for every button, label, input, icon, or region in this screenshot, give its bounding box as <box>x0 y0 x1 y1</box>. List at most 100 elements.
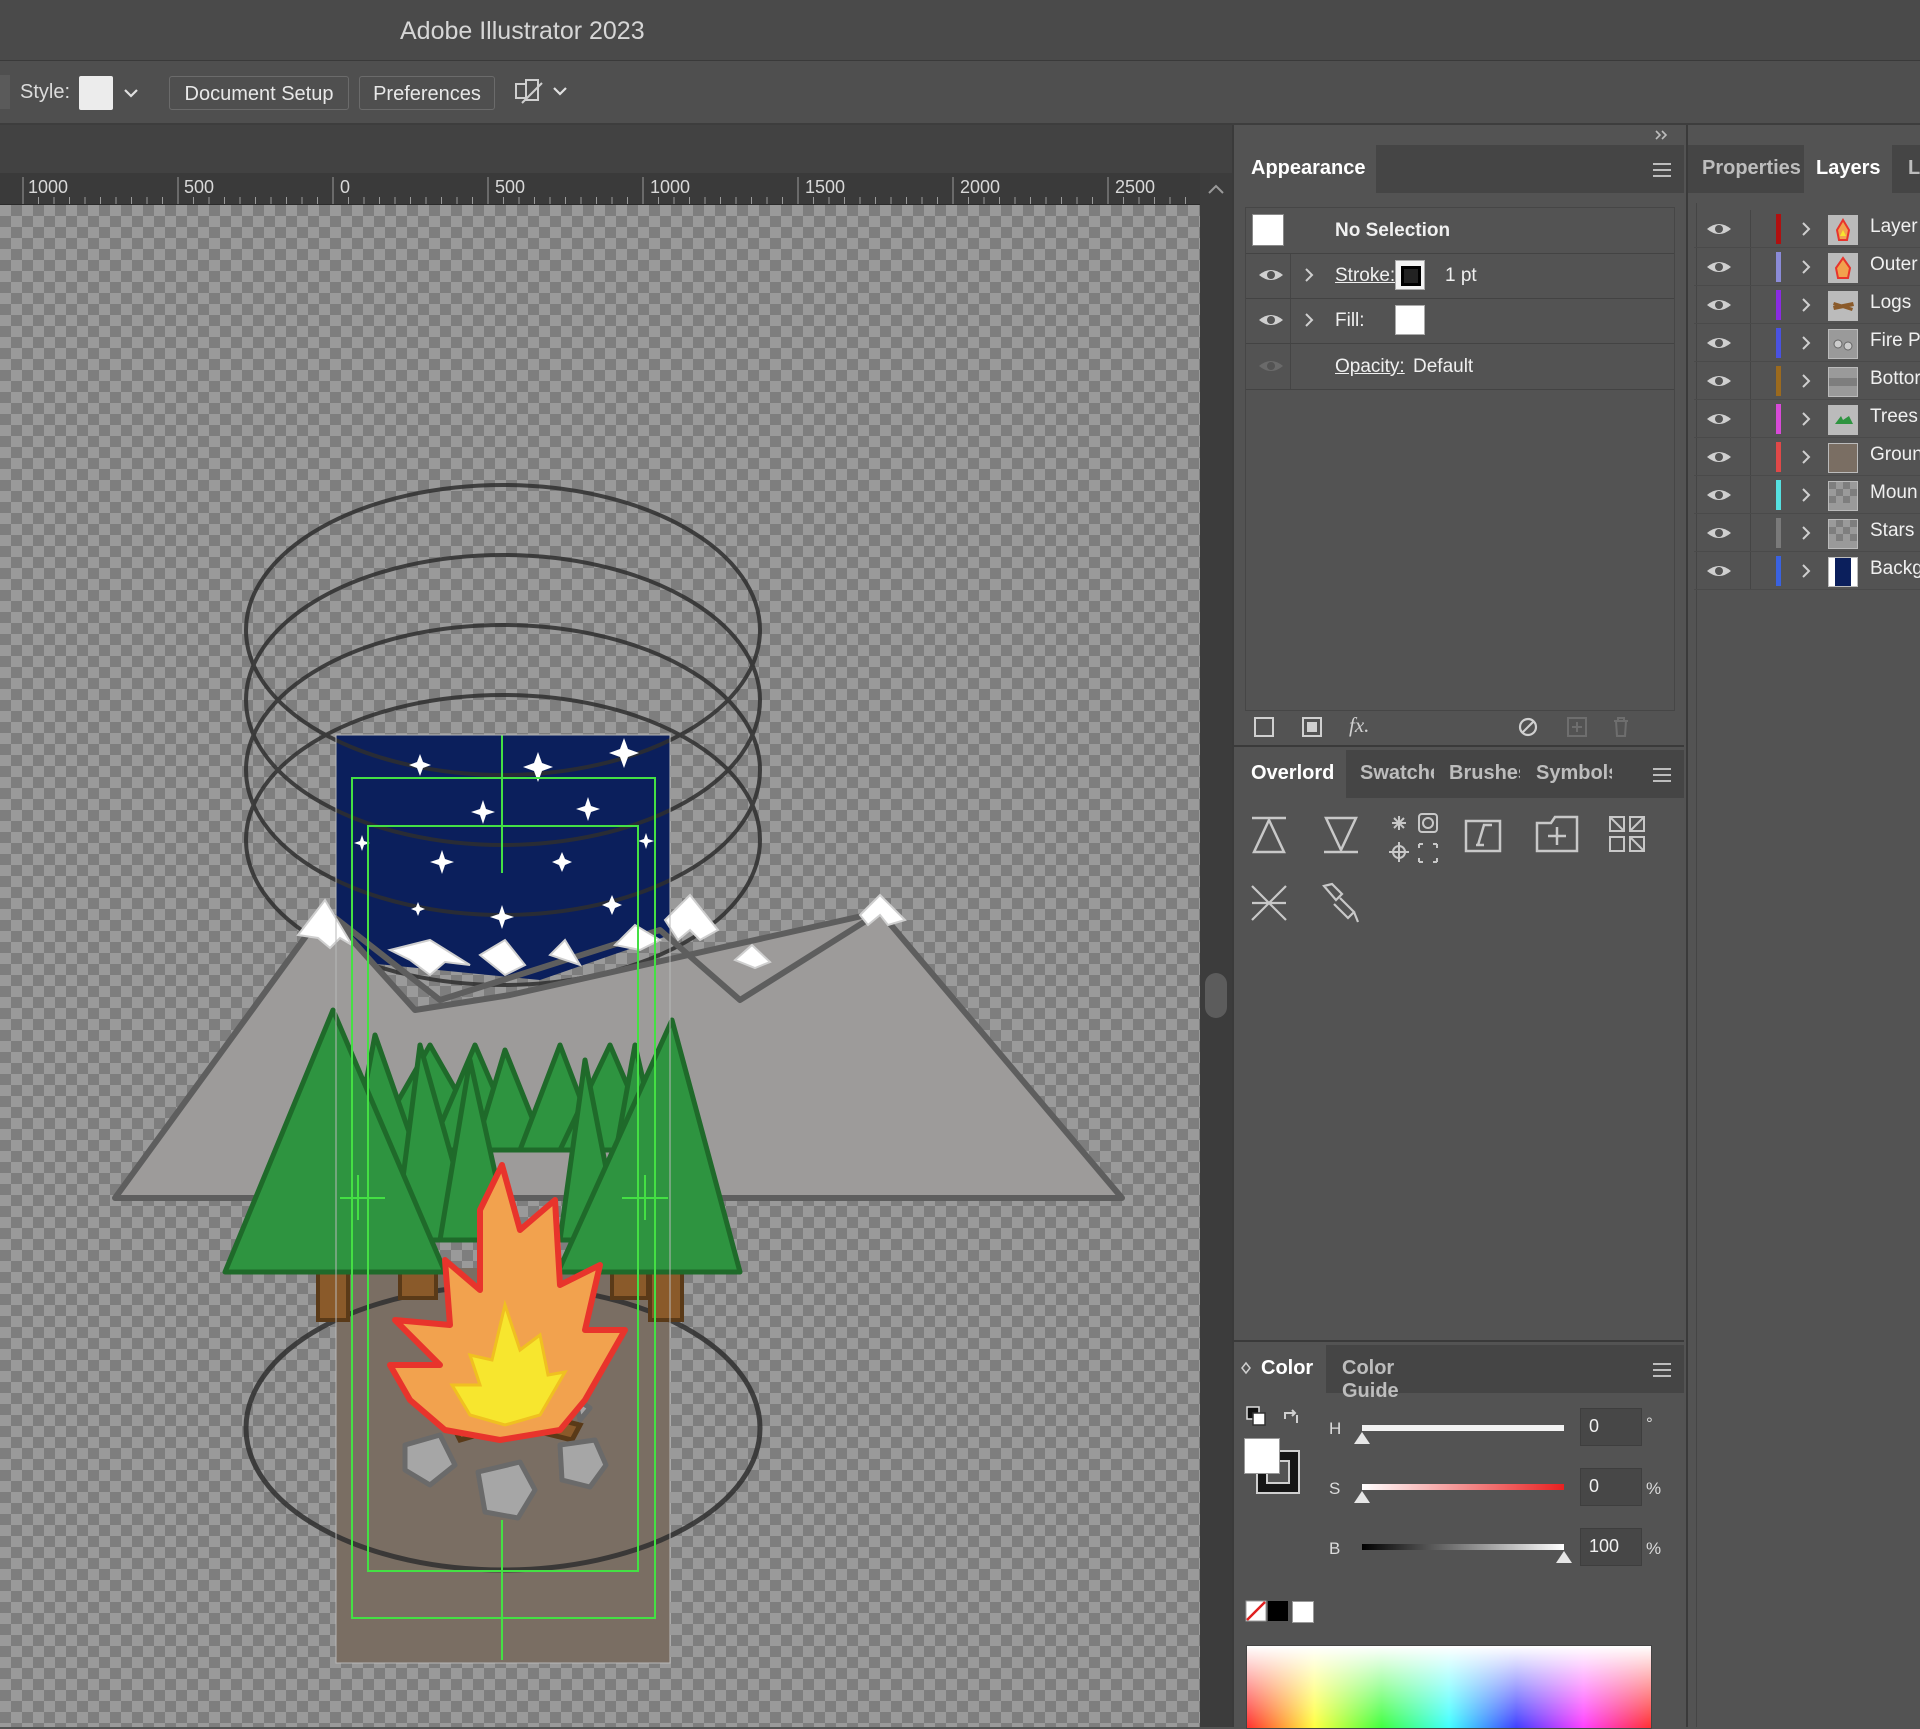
add-new-stroke-icon[interactable] <box>1254 717 1274 737</box>
chevron-right-icon[interactable] <box>1798 408 1814 430</box>
eye-icon[interactable] <box>1256 263 1286 287</box>
layer-name: Logs <box>1870 292 1912 313</box>
color-menu-icon[interactable] <box>1653 1363 1671 1377</box>
layer-row[interactable]: Layer <box>1694 210 1920 248</box>
tab-properties[interactable]: Properties <box>1688 145 1804 193</box>
tools-menu-icon[interactable] <box>1653 768 1671 782</box>
chevron-right-icon[interactable] <box>1798 370 1814 392</box>
hue-slider-track[interactable] <box>1362 1425 1564 1431</box>
push-up-icon[interactable] <box>1246 812 1292 858</box>
eye-icon[interactable] <box>1704 294 1734 316</box>
eye-icon[interactable] <box>1256 308 1286 332</box>
sparkle-target-icon[interactable] <box>1385 810 1441 866</box>
tab-layers[interactable]: Layers <box>1804 145 1892 193</box>
arrange-documents-button[interactable] <box>512 75 570 111</box>
layer-row[interactable]: Backg <box>1694 552 1920 590</box>
collapse-panels-icon[interactable] <box>1650 126 1674 144</box>
eye-icon[interactable] <box>1704 408 1734 430</box>
layer-row[interactable]: Outer <box>1694 248 1920 286</box>
tab-brushes[interactable]: Brushes <box>1434 750 1520 798</box>
ruler-label: 500 <box>184 177 215 197</box>
scroll-thumb[interactable] <box>1205 973 1227 1018</box>
tab-layers-label: Layers <box>1816 157 1881 179</box>
brightness-slider-thumb[interactable] <box>1556 1551 1572 1563</box>
brightness-slider-track[interactable] <box>1362 1544 1564 1550</box>
eye-icon[interactable] <box>1704 560 1734 582</box>
saturation-slider-track[interactable] <box>1362 1484 1564 1490</box>
appearance-menu-icon[interactable] <box>1653 163 1671 177</box>
saturation-slider-thumb[interactable] <box>1354 1491 1370 1503</box>
text-frame-icon[interactable] <box>1462 813 1508 859</box>
layer-thumbnail <box>1828 367 1858 397</box>
none-color-swatch[interactable] <box>1245 1600 1267 1622</box>
push-down-icon[interactable] <box>1318 812 1364 858</box>
tab-swatches[interactable]: Swatche <box>1346 750 1434 798</box>
pen-path-icon[interactable] <box>1318 880 1364 926</box>
scroll-up-icon[interactable] <box>1200 173 1232 203</box>
add-artboard-icon[interactable] <box>1533 813 1583 859</box>
chevron-right-icon[interactable] <box>1798 522 1814 544</box>
chevron-right-icon[interactable] <box>1301 309 1317 331</box>
stroke-swatch[interactable] <box>1395 260 1425 290</box>
eye-icon[interactable] <box>1704 522 1734 544</box>
opacity-label[interactable]: Opacity: <box>1335 356 1405 378</box>
saturation-value: 0 <box>1589 1476 1600 1496</box>
chevron-right-icon[interactable] <box>1798 294 1814 316</box>
chevron-right-icon[interactable] <box>1798 332 1814 354</box>
stroke-weight[interactable]: 1 pt <box>1445 265 1477 287</box>
brightness-input[interactable]: 100 <box>1580 1528 1642 1566</box>
vertical-scrollbar[interactable] <box>1200 173 1232 1727</box>
swap-colors-icon[interactable] <box>1279 1405 1303 1429</box>
style-dropdown[interactable] <box>116 76 146 110</box>
artboard-canvas[interactable] <box>0 205 1200 1727</box>
tab-overlord[interactable]: Overlord <box>1234 750 1346 798</box>
layer-row[interactable]: Stars <box>1694 514 1920 552</box>
opacity-value[interactable]: Default <box>1413 356 1473 378</box>
fill-swatch[interactable] <box>1395 305 1425 335</box>
hue-input[interactable]: 0 <box>1580 1408 1642 1446</box>
chevron-right-icon[interactable] <box>1301 264 1317 286</box>
layer-row[interactable]: Bottor <box>1694 362 1920 400</box>
clear-appearance-icon[interactable] <box>1516 715 1540 739</box>
white-swatch[interactable] <box>1292 1601 1314 1623</box>
chevron-right-icon[interactable] <box>1798 446 1814 468</box>
tab-color[interactable]: Color <box>1234 1345 1326 1393</box>
document-setup-button[interactable]: Document Setup <box>169 76 349 110</box>
hue-slider-thumb[interactable] <box>1354 1432 1370 1444</box>
tab-appearance[interactable]: Appearance <box>1234 145 1376 193</box>
cross-lines-icon[interactable] <box>1246 880 1292 926</box>
panel-options-icon[interactable] <box>1240 1361 1252 1377</box>
chevron-right-icon[interactable] <box>1798 256 1814 278</box>
grid-swatch-icon[interactable] <box>1606 813 1652 859</box>
tab-libraries[interactable]: L <box>1892 145 1920 193</box>
saturation-input[interactable]: 0 <box>1580 1468 1642 1506</box>
add-effect-button[interactable]: fx. <box>1349 713 1369 738</box>
eye-icon[interactable] <box>1256 354 1286 378</box>
tab-symbols[interactable]: Symbols <box>1520 750 1612 798</box>
ruler-label: 2000 <box>960 177 1001 197</box>
layer-row[interactable]: Fire Pi <box>1694 324 1920 362</box>
preferences-button[interactable]: Preferences <box>359 76 495 110</box>
layer-row[interactable]: Groun <box>1694 438 1920 476</box>
chevron-right-icon[interactable] <box>1798 560 1814 582</box>
selection-thumbnail <box>1252 214 1284 246</box>
add-new-fill-icon[interactable] <box>1302 717 1322 737</box>
style-swatch[interactable] <box>79 76 113 110</box>
default-colors-icon[interactable] <box>1245 1405 1269 1429</box>
color-spectrum[interactable] <box>1246 1645 1652 1729</box>
layer-row[interactable]: Trees <box>1694 400 1920 438</box>
eye-icon[interactable] <box>1704 332 1734 354</box>
eye-icon[interactable] <box>1704 256 1734 278</box>
fill-color-box[interactable] <box>1244 1438 1280 1474</box>
tab-color-guide[interactable]: Color Guide <box>1326 1345 1456 1402</box>
layer-row[interactable]: Moun <box>1694 476 1920 514</box>
eye-icon[interactable] <box>1704 446 1734 468</box>
eye-icon[interactable] <box>1704 218 1734 240</box>
layer-row[interactable]: Logs <box>1694 286 1920 324</box>
chevron-right-icon[interactable] <box>1798 484 1814 506</box>
eye-icon[interactable] <box>1704 370 1734 392</box>
stroke-label[interactable]: Stroke: <box>1335 265 1395 287</box>
chevron-right-icon[interactable] <box>1798 218 1814 240</box>
black-swatch[interactable] <box>1268 1601 1288 1621</box>
eye-icon[interactable] <box>1704 484 1734 506</box>
